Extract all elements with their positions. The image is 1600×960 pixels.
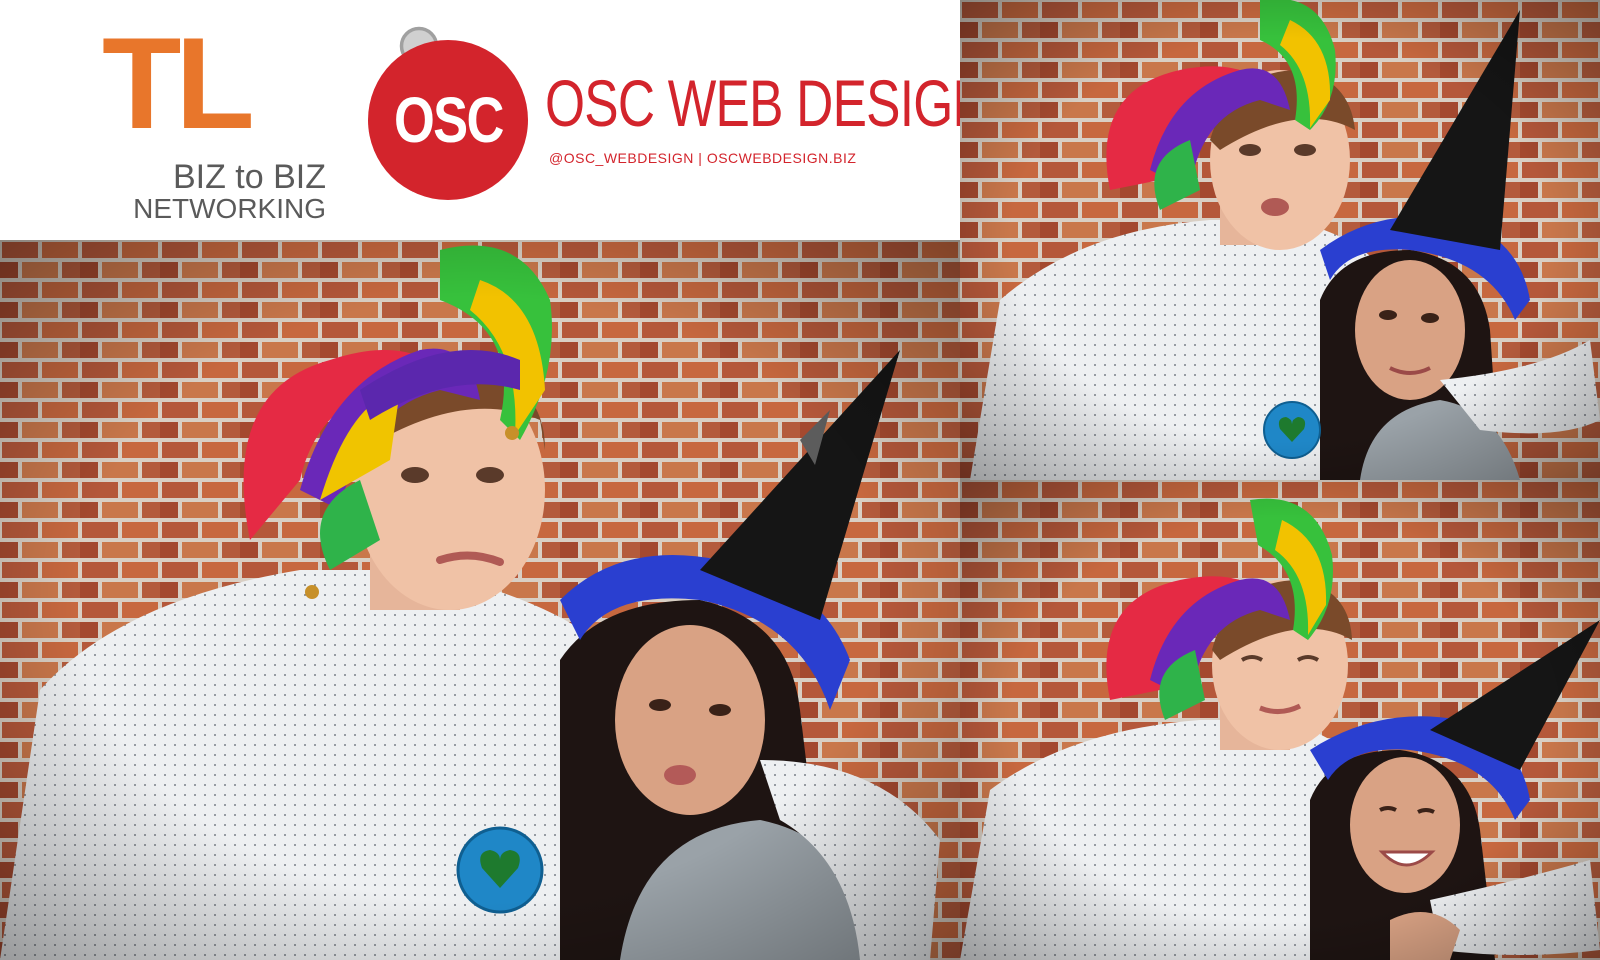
tl-tagline-line1: BIZ to BIZ — [172, 158, 326, 196]
osc-logo-circle: OSC — [368, 40, 528, 200]
tl-tagline-line2: NETWORKING — [133, 193, 326, 224]
tl-logo-letters: TL — [102, 10, 255, 156]
tl-logo-tagline: BIZ to BIZ NETWORKING — [126, 160, 326, 224]
photo-main — [0, 240, 960, 960]
osc-contact: @OSC_WEBDESIGN | OSCWEBDESIGN.BIZ — [549, 150, 857, 166]
osc-title: OSC WEB DESIGN — [545, 66, 960, 140]
photo-top-right — [960, 0, 1600, 480]
osc-logo-mark: OSC — [393, 84, 504, 156]
tl-logo: TL BIZ to BIZ NETWORKING — [102, 10, 439, 228]
sponsor-header: TL BIZ to BIZ NETWORKING OSC OSC WEB DES… — [0, 0, 960, 240]
photo-bottom-right — [960, 480, 1600, 960]
